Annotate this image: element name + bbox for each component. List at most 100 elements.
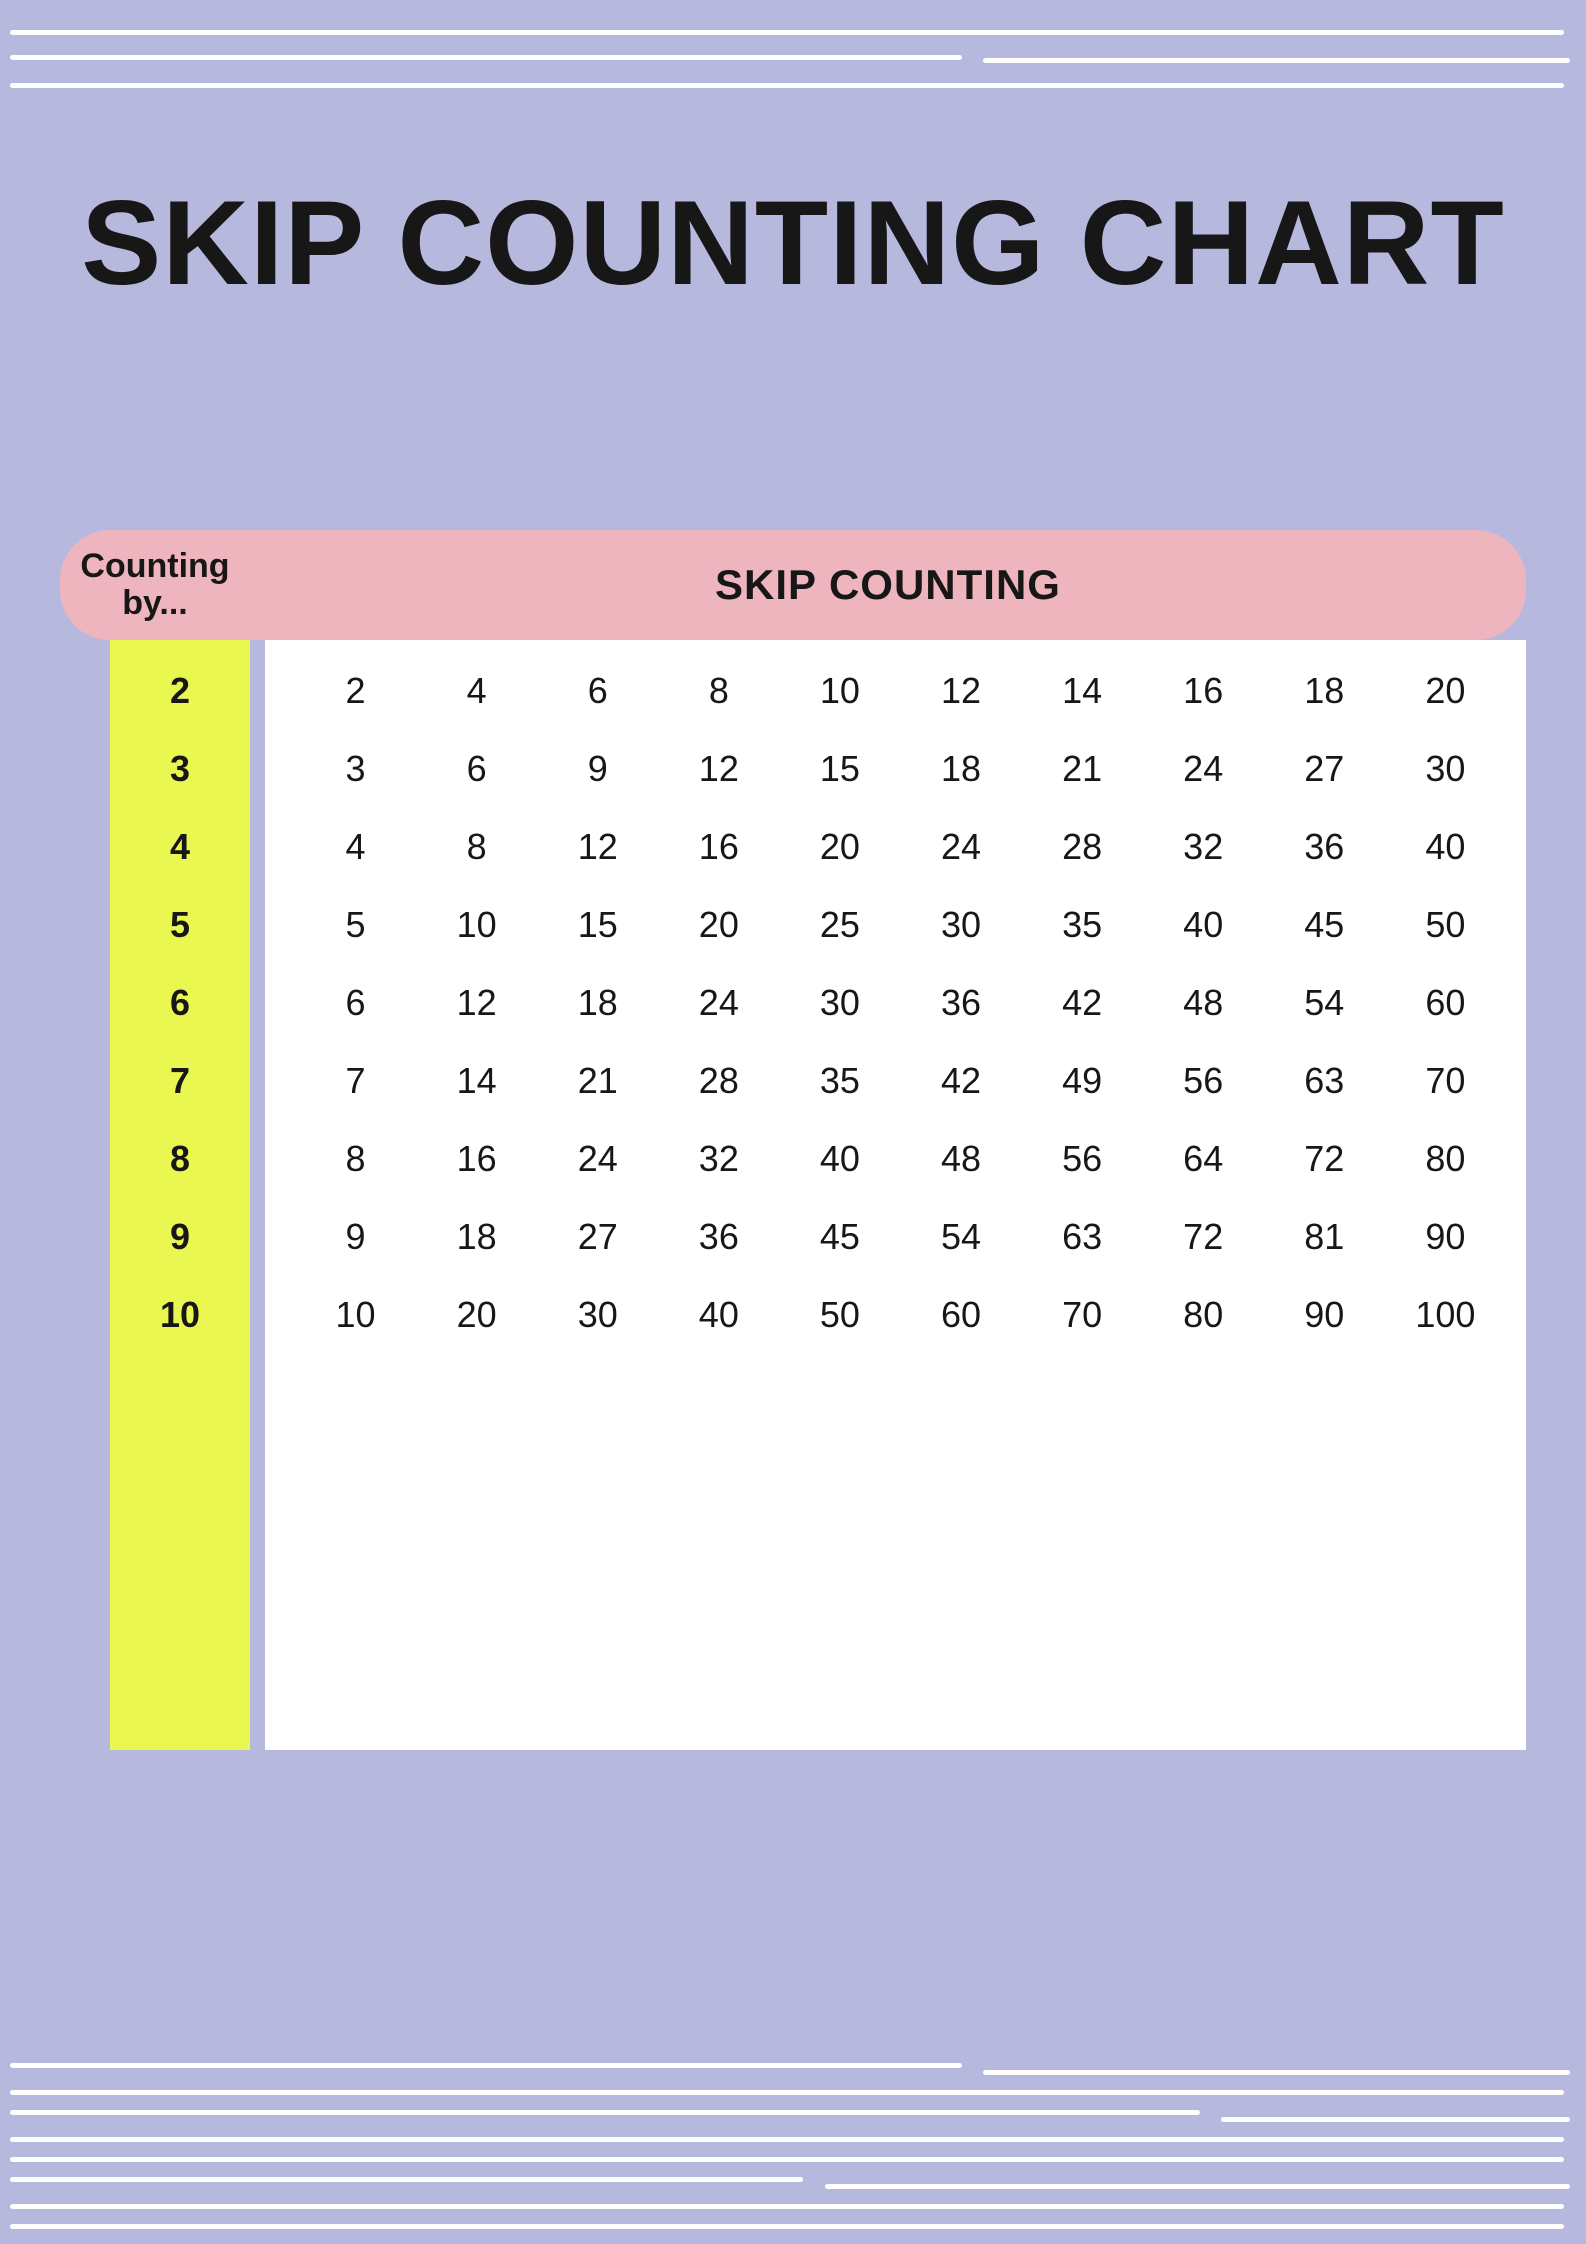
value-cell: 18	[900, 748, 1021, 790]
counting-by-cell: 5	[110, 886, 250, 964]
decorative-lines-bottom	[0, 2048, 1586, 2244]
value-cell: 21	[1022, 748, 1143, 790]
value-cell: 45	[779, 1216, 900, 1258]
value-cell: 90	[1385, 1216, 1506, 1258]
value-cell: 30	[1385, 748, 1506, 790]
counting-by-cell: 10	[110, 1276, 250, 1354]
value-cell: 80	[1143, 1294, 1264, 1336]
value-cell: 6	[537, 670, 658, 712]
header-counting-by: Counting by...	[60, 530, 250, 640]
value-cell: 56	[1143, 1060, 1264, 1102]
values-column: 2468101214161820369121518212427304812162…	[265, 640, 1526, 1750]
value-cell: 40	[1385, 826, 1506, 868]
counting-by-column: 2345678910	[110, 640, 250, 1750]
table-row: 102030405060708090100	[295, 1276, 1506, 1354]
value-cell: 72	[1143, 1216, 1264, 1258]
value-cell: 28	[1022, 826, 1143, 868]
table-row: 8162432404856647280	[295, 1120, 1506, 1198]
value-cell: 56	[1022, 1138, 1143, 1180]
value-cell: 16	[1143, 670, 1264, 712]
value-cell: 63	[1264, 1060, 1385, 1102]
value-cell: 50	[1385, 904, 1506, 946]
value-cell: 15	[779, 748, 900, 790]
table-header: Counting by... SKIP COUNTING	[60, 530, 1526, 640]
table-row: 6121824303642485460	[295, 964, 1506, 1042]
decorative-lines-top	[0, 0, 1586, 88]
value-cell: 80	[1385, 1138, 1506, 1180]
value-cell: 7	[295, 1060, 416, 1102]
value-cell: 24	[658, 982, 779, 1024]
counting-by-cell: 3	[110, 730, 250, 808]
value-cell: 90	[1264, 1294, 1385, 1336]
value-cell: 8	[658, 670, 779, 712]
value-cell: 72	[1264, 1138, 1385, 1180]
value-cell: 40	[658, 1294, 779, 1336]
value-cell: 10	[295, 1294, 416, 1336]
value-cell: 30	[900, 904, 1021, 946]
value-cell: 20	[658, 904, 779, 946]
value-cell: 24	[1143, 748, 1264, 790]
value-cell: 27	[1264, 748, 1385, 790]
value-cell: 12	[537, 826, 658, 868]
value-cell: 9	[295, 1216, 416, 1258]
value-cell: 32	[1143, 826, 1264, 868]
table-row: 7142128354249566370	[295, 1042, 1506, 1120]
value-cell: 10	[779, 670, 900, 712]
value-cell: 18	[537, 982, 658, 1024]
table-row: 5101520253035404550	[295, 886, 1506, 964]
value-cell: 30	[537, 1294, 658, 1336]
value-cell: 32	[658, 1138, 779, 1180]
value-cell: 20	[779, 826, 900, 868]
value-cell: 12	[658, 748, 779, 790]
value-cell: 35	[1022, 904, 1143, 946]
counting-by-cell: 7	[110, 1042, 250, 1120]
value-cell: 42	[900, 1060, 1021, 1102]
value-cell: 70	[1385, 1060, 1506, 1102]
value-cell: 16	[658, 826, 779, 868]
value-cell: 36	[900, 982, 1021, 1024]
value-cell: 18	[416, 1216, 537, 1258]
value-cell: 4	[295, 826, 416, 868]
table-row: 481216202428323640	[295, 808, 1506, 886]
value-cell: 2	[295, 670, 416, 712]
value-cell: 27	[537, 1216, 658, 1258]
value-cell: 28	[658, 1060, 779, 1102]
value-cell: 3	[295, 748, 416, 790]
value-cell: 81	[1264, 1216, 1385, 1258]
value-cell: 54	[900, 1216, 1021, 1258]
counting-by-cell: 6	[110, 964, 250, 1042]
value-cell: 48	[900, 1138, 1021, 1180]
table-row: 9182736455463728190	[295, 1198, 1506, 1276]
value-cell: 24	[900, 826, 1021, 868]
value-cell: 40	[1143, 904, 1264, 946]
value-cell: 60	[900, 1294, 1021, 1336]
counting-by-cell: 9	[110, 1198, 250, 1276]
value-cell: 4	[416, 670, 537, 712]
counting-by-cell: 2	[110, 652, 250, 730]
value-cell: 64	[1143, 1138, 1264, 1180]
value-cell: 9	[537, 748, 658, 790]
value-cell: 49	[1022, 1060, 1143, 1102]
page-title: SKIP COUNTING CHART	[0, 180, 1586, 306]
value-cell: 25	[779, 904, 900, 946]
value-cell: 24	[537, 1138, 658, 1180]
value-cell: 5	[295, 904, 416, 946]
value-cell: 12	[900, 670, 1021, 712]
value-cell: 42	[1022, 982, 1143, 1024]
value-cell: 8	[416, 826, 537, 868]
value-cell: 14	[416, 1060, 537, 1102]
value-cell: 35	[779, 1060, 900, 1102]
value-cell: 36	[658, 1216, 779, 1258]
value-cell: 20	[1385, 670, 1506, 712]
table-row: 36912151821242730	[295, 730, 1506, 808]
counting-by-cell: 8	[110, 1120, 250, 1198]
table-body: 2345678910 24681012141618203691215182124…	[60, 640, 1526, 1750]
value-cell: 12	[416, 982, 537, 1024]
value-cell: 30	[779, 982, 900, 1024]
table-row: 2468101214161820	[295, 652, 1506, 730]
value-cell: 48	[1143, 982, 1264, 1024]
value-cell: 36	[1264, 826, 1385, 868]
value-cell: 60	[1385, 982, 1506, 1024]
value-cell: 10	[416, 904, 537, 946]
value-cell: 6	[416, 748, 537, 790]
